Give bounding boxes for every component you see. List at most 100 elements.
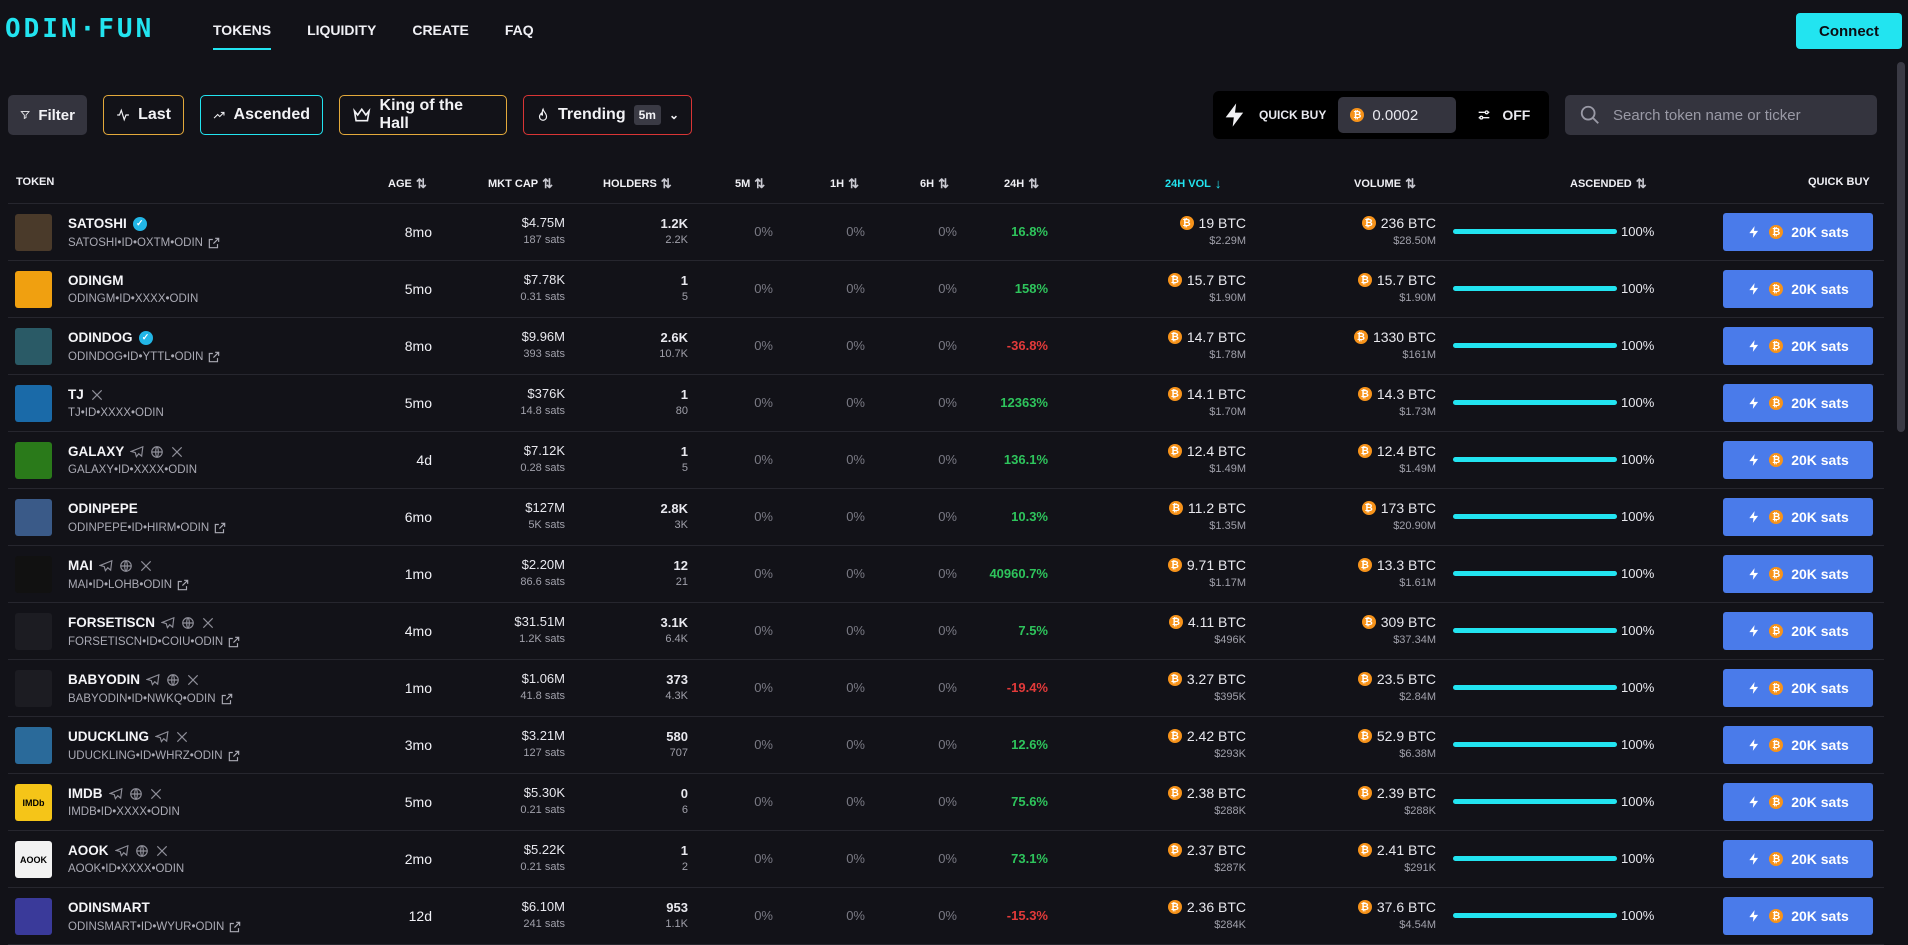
table-row[interactable]: ODINPEPE ODINPEPE•ID•HIRM•ODIN 6mo $127M… [8,489,1884,546]
token-name[interactable]: MAI [68,558,153,573]
external-link-icon[interactable] [176,578,190,592]
col-5m[interactable]: 5M ⇅ [735,176,765,192]
x-icon[interactable] [186,673,200,687]
globe-icon[interactable] [150,445,164,459]
quick-buy-toggle[interactable]: OFF [1476,107,1530,123]
x-icon[interactable] [139,559,153,573]
table-row[interactable]: BABYODIN BABYODIN•ID•NWKQ•ODIN 1mo $1.06… [8,660,1884,717]
quick-buy-button[interactable]: ₿ 20K sats [1723,612,1873,650]
telegram-icon[interactable] [98,559,113,573]
aook-logo-icon[interactable]: AOOK [15,841,52,878]
token-name[interactable]: ODINSMART [68,900,150,915]
ascended-filter-button[interactable]: Ascended [200,95,323,135]
token-name[interactable]: TJ [68,387,104,402]
col-age[interactable]: AGE ⇅ [388,176,427,192]
quick-buy-button[interactable]: ₿ 20K sats [1723,384,1873,422]
mandala-icon[interactable] [15,898,52,935]
portrait-icon[interactable] [15,214,52,251]
globe-icon[interactable] [181,616,195,630]
quick-buy-button[interactable]: ₿ 20K sats [1723,669,1873,707]
col-volume[interactable]: VOLUME ⇅ [1354,176,1416,192]
token-name[interactable]: SATOSHI ✓ [68,216,147,231]
telegram-icon[interactable] [114,844,129,858]
table-row[interactable]: ODINSMART ODINSMART•ID•WYUR•ODIN 12d $6.… [8,888,1884,945]
table-row[interactable]: IMDb IMDB IMDB•ID•XXXX•ODIN 5mo $5.30K 0… [8,774,1884,831]
chevron-down-icon[interactable]: ⌄ [669,108,679,122]
external-link-icon[interactable] [220,692,234,706]
quick-buy-button[interactable]: ₿ 20K sats [1723,441,1873,479]
nav-create[interactable]: CREATE [412,22,469,50]
table-row[interactable]: AOOK AOOK AOOK•ID•XXXX•ODIN 2mo $5.22K 0… [8,831,1884,888]
col-holders[interactable]: HOLDERS ⇅ [603,176,672,192]
x-icon[interactable] [155,844,169,858]
telegram-icon[interactable] [130,445,144,459]
token-name[interactable]: UDUCKLING [68,729,189,744]
telegram-icon[interactable] [161,616,175,630]
col-1h[interactable]: 1H ⇅ [830,176,859,192]
creature-icon[interactable] [15,385,52,422]
token-name[interactable]: GALAXY [68,444,184,459]
filter-button[interactable]: Filter [8,95,87,135]
quick-buy-button[interactable]: ₿ 20K sats [1723,897,1873,935]
x-icon[interactable] [149,787,163,801]
table-row[interactable]: ODINDOG ✓ ODINDOG•ID•YTTL•ODIN 8mo $9.96… [8,318,1884,375]
globe-icon[interactable] [135,844,149,858]
external-link-icon[interactable] [207,350,221,364]
token-name[interactable]: ODINGM [68,273,124,288]
col-24h-vol[interactable]: 24H VOL ↓ [1165,176,1221,191]
token-name[interactable]: FORSETISCN [68,615,215,630]
x-icon[interactable] [175,730,189,744]
connect-button[interactable]: Connect [1796,13,1902,49]
globe-icon[interactable] [119,559,133,573]
table-row[interactable]: ODINGM ODINGM•ID•XXXX•ODIN 5mo $7.78K 0.… [8,261,1884,318]
quick-buy-button[interactable]: ₿ 20K sats [1723,726,1873,764]
search-input[interactable] [1613,106,1863,124]
table-row[interactable]: SATOSHI ✓ SATOSHI•ID•OXTM•ODIN 8mo $4.75… [8,204,1884,261]
table-row[interactable]: GALAXY GALAXY•ID•XXXX•ODIN 4d $7.12K 0.2… [8,432,1884,489]
table-row[interactable]: FORSETISCN FORSETISCN•ID•COIU•ODIN 4mo $… [8,603,1884,660]
scales-icon[interactable] [15,613,52,650]
col-ascended[interactable]: ASCENDED ⇅ [1570,176,1647,192]
quick-buy-button[interactable]: ₿ 20K sats [1723,498,1873,536]
external-link-icon[interactable] [227,749,241,763]
last-filter-button[interactable]: Last [103,95,184,135]
quick-buy-button[interactable]: ₿ 20K sats [1723,555,1873,593]
external-link-icon[interactable] [228,920,242,934]
quick-buy-button[interactable]: ₿ 20K sats [1723,783,1873,821]
external-link-icon[interactable] [207,236,221,250]
x-icon[interactable] [90,388,104,402]
nav-tokens[interactable]: TOKENS [213,22,272,50]
scrollbar[interactable] [1897,62,1905,432]
viking-icon[interactable] [15,670,52,707]
wolf-icon[interactable] [15,328,52,365]
dog-icon[interactable] [15,271,52,308]
token-name[interactable]: ODINPEPE [68,501,138,516]
token-name[interactable]: BABYODIN [68,672,200,687]
king-of-hall-filter-button[interactable]: King of the Hall [339,95,507,135]
quick-buy-button[interactable]: ₿ 20K sats [1723,327,1873,365]
col-mktcap[interactable]: MKT CAP ⇅ [488,176,553,192]
trending-filter-button[interactable]: Trending 5m ⌄ [523,95,692,135]
token-name[interactable]: ODINDOG ✓ [68,330,153,345]
external-link-icon[interactable] [227,635,241,649]
globe-icon[interactable] [129,787,143,801]
ai-cube-icon[interactable] [15,556,52,593]
x-icon[interactable] [201,616,215,630]
external-link-icon[interactable] [213,521,227,535]
col-24h[interactable]: 24H ⇅ [1004,176,1039,192]
frog-icon[interactable] [15,499,52,536]
logo[interactable]: ODIN·FUN [5,14,154,44]
globe-icon[interactable] [166,673,180,687]
telegram-icon[interactable] [108,787,123,801]
galaxy-icon[interactable] [15,442,52,479]
telegram-icon[interactable] [146,673,160,687]
col-token[interactable]: TOKEN [16,176,54,188]
token-name[interactable]: IMDB [68,786,163,801]
quick-buy-button[interactable]: ₿ 20K sats [1723,840,1873,878]
nav-liquidity[interactable]: LIQUIDITY [307,22,376,50]
token-name[interactable]: AOOK [68,843,169,858]
table-row[interactable]: TJ TJ•ID•XXXX•ODIN 5mo $376K 14.8 sats 1… [8,375,1884,432]
duck-icon[interactable] [15,727,52,764]
nav-faq[interactable]: FAQ [505,22,534,50]
col-6h[interactable]: 6H ⇅ [920,176,949,192]
